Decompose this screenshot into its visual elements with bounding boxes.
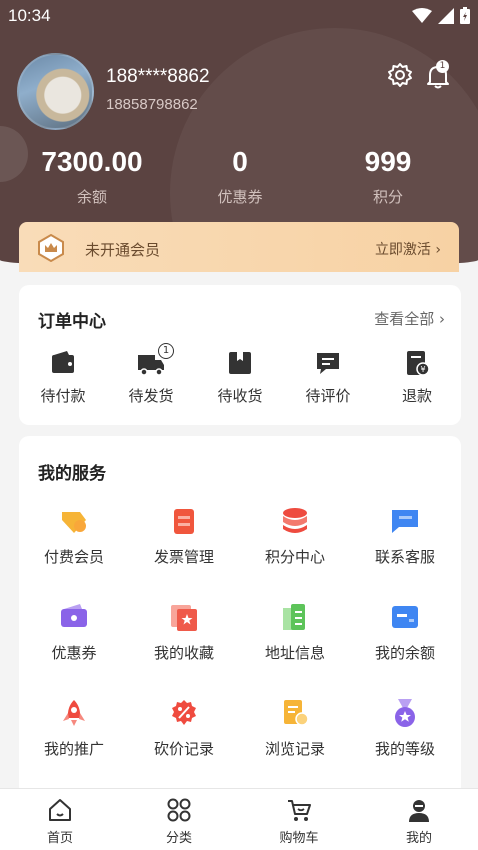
stat-points[interactable]: 999 积分 [313,146,463,207]
service-label: 浏览记录 [264,740,325,758]
service-my-promotion[interactable]: 我的推广 [19,698,129,759]
stat-label: 余额 [76,188,107,206]
status-icons [412,7,470,24]
service-label: 我的等级 [374,740,435,758]
order-label: 待评价 [305,387,351,405]
service-coupons[interactable]: 优惠券 [19,602,129,663]
service-label: 我的推广 [43,740,104,758]
notification-badge: 1 [436,60,449,73]
profile-icon [409,800,429,822]
service-label: 付费会员 [43,548,104,566]
order-label: 退款 [401,387,432,405]
order-pending-payment[interactable]: 待付款 [23,349,103,406]
history-icon [284,700,309,726]
settings-gear-icon[interactable] [386,61,414,89]
discount-icon [172,700,196,725]
order-refund[interactable]: ¥ 退款 [377,349,457,406]
rocket-icon [63,700,85,726]
stat-coupons[interactable]: 0 优惠券 [165,146,315,207]
order-center-title: 订单中心 [38,312,106,332]
battery-icon [460,7,470,24]
my-services-title: 我的服务 [38,464,106,484]
vip-status-text: 未开通会员 [85,241,161,259]
service-paid-membership[interactable]: 付费会员 [19,506,129,567]
service-my-level[interactable]: 我的等级 [350,698,460,759]
favorite-icon [171,605,197,631]
order-pending-shipment[interactable]: 待发货 [111,349,191,406]
crown-badge-icon [38,234,64,262]
service-invoice-management[interactable]: 发票管理 [129,506,239,567]
shipment-count-badge: 1 [158,343,174,359]
user-phone: 18858798862 [106,96,198,113]
order-label: 待付款 [40,387,86,405]
service-label: 地址信息 [264,644,325,662]
service-label: 砍价记录 [153,740,214,758]
tab-cart[interactable]: 购物车 [249,797,349,846]
order-center-card: 订单中心 查看全部 › 待付款 待发货 1 待收货 待评价 ¥ 退款 [19,285,461,425]
home-icon [49,799,71,821]
vip-activate-label: 立即激活 [374,242,431,258]
medal-icon [395,699,415,727]
service-points-center[interactable]: 积分中心 [240,506,350,567]
invoice-icon [174,509,194,534]
service-label: 积分中心 [264,548,325,566]
refund-icon: ¥ [407,351,430,376]
service-label: 我的余额 [374,644,435,662]
chat-icon [392,510,418,533]
service-bargain-records[interactable]: 砍价记录 [129,698,239,759]
order-label: 待发货 [128,387,174,405]
service-favorites[interactable]: 我的收藏 [129,602,239,663]
points-stack-icon [283,508,307,533]
service-label: 优惠券 [51,644,97,662]
service-address-info[interactable]: 地址信息 [240,602,350,663]
status-bar: 10:34 [0,0,478,32]
svg-text:¥: ¥ [420,365,425,374]
order-pending-receipt[interactable]: 待收货 [200,349,280,406]
order-pending-review[interactable]: 待评价 [288,349,368,406]
stat-balance[interactable]: 7300.00 余额 [17,146,167,207]
my-services-card: 我的服务 付费会员 发票管理 积分中心 联系客服 优惠券 我的收藏 地址信息 我… [19,436,461,796]
card-icon [392,606,418,628]
service-customer-support[interactable]: 联系客服 [350,506,460,567]
stats-row: 7300.00 余额 0 优惠券 999 积分 [0,146,478,216]
wifi-icon [412,7,432,23]
tab-label: 首页 [46,831,73,846]
service-label: 我的收藏 [153,644,214,662]
stat-value: 0 [232,146,248,177]
stat-value: 7300.00 [41,146,143,177]
avatar[interactable] [17,53,94,130]
service-label: 发票管理 [153,548,214,566]
tab-label: 购物车 [279,831,319,846]
username: 188****8862 [106,66,210,87]
coupon-icon [61,604,87,627]
vip-activate-link[interactable]: 立即激活 › [375,239,441,259]
stat-value: 999 [364,146,412,177]
tab-label: 我的 [405,831,432,846]
status-time: 10:34 [8,6,51,25]
stat-label: 优惠券 [217,188,263,206]
bottom-tab-bar: 首页 分类 购物车 我的 [0,788,478,850]
tab-profile[interactable]: 我的 [369,797,469,846]
service-my-balance[interactable]: 我的余额 [350,602,460,663]
order-label: 待收货 [217,387,263,405]
signal-icon [438,7,454,24]
vip-banner[interactable]: 未开通会员 立即激活 › [19,222,459,272]
vip-tag-icon [62,512,86,533]
comment-icon [317,353,339,374]
wallet-icon [52,351,74,373]
address-book-icon [283,604,305,630]
tab-category[interactable]: 分类 [129,797,229,846]
view-all-orders-link[interactable]: 查看全部 › [374,308,445,329]
view-all-label: 查看全部 [374,310,435,328]
cart-icon [288,800,311,821]
tab-home[interactable]: 首页 [10,797,110,846]
box-icon [229,352,251,374]
tab-label: 分类 [165,831,192,846]
service-label: 联系客服 [374,548,435,566]
stat-label: 积分 [372,188,403,206]
service-browsing-history[interactable]: 浏览记录 [240,698,350,759]
category-icon [167,798,191,822]
